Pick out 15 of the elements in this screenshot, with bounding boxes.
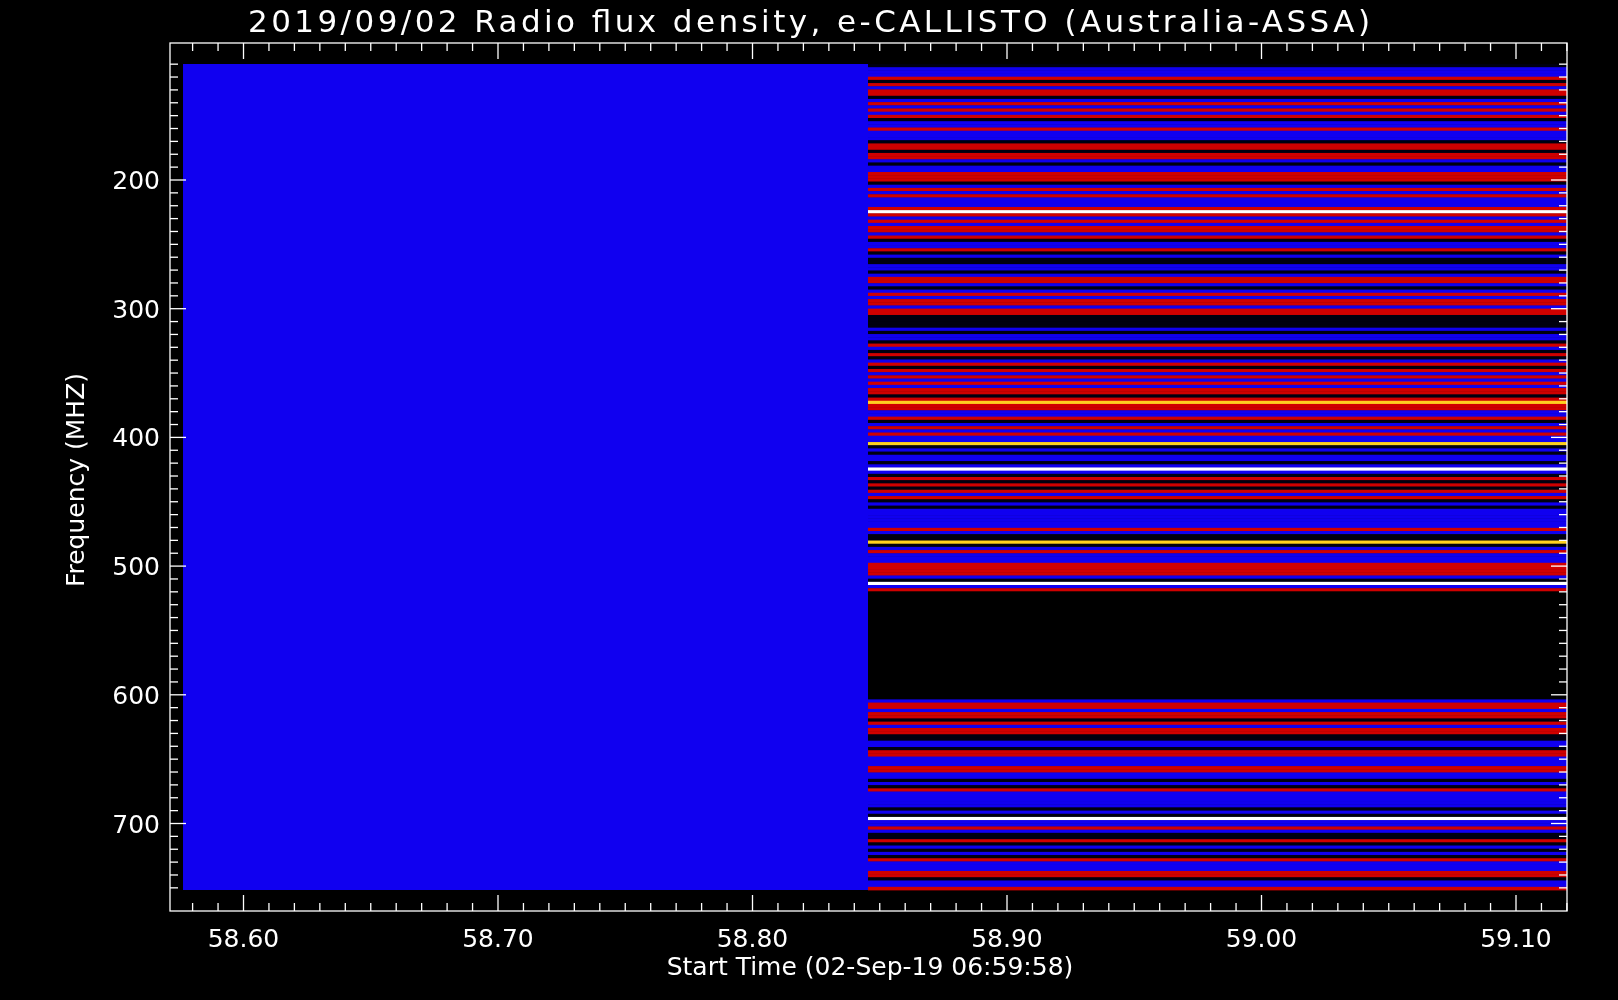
- chart-title: 2019/09/02 Radio flux density, e-CALLISTO (Australia-ASSA): [248, 3, 1370, 39]
- y-tick-label: 200: [112, 166, 160, 195]
- x-tick-label: 58.70: [462, 924, 534, 953]
- x-axis-label: Start Time (02-Sep-19 06:59:58): [666, 952, 1074, 981]
- y-tick-label: 300: [112, 294, 160, 324]
- x-tick-label: 58.90: [971, 924, 1043, 953]
- y-tick-label: 700: [112, 809, 160, 839]
- y-tick-label: 500: [112, 552, 160, 582]
- y-axis-label: Frequency (MHZ): [61, 372, 90, 588]
- x-tick-label: 58.60: [207, 924, 280, 953]
- x-tick-label: 59.00: [1225, 924, 1298, 953]
- y-tick-label: 600: [112, 680, 160, 710]
- y-tick-label: 400: [112, 423, 160, 453]
- x-tick-label: 59.10: [1480, 924, 1552, 953]
- x-tick-label: 58.80: [716, 924, 789, 953]
